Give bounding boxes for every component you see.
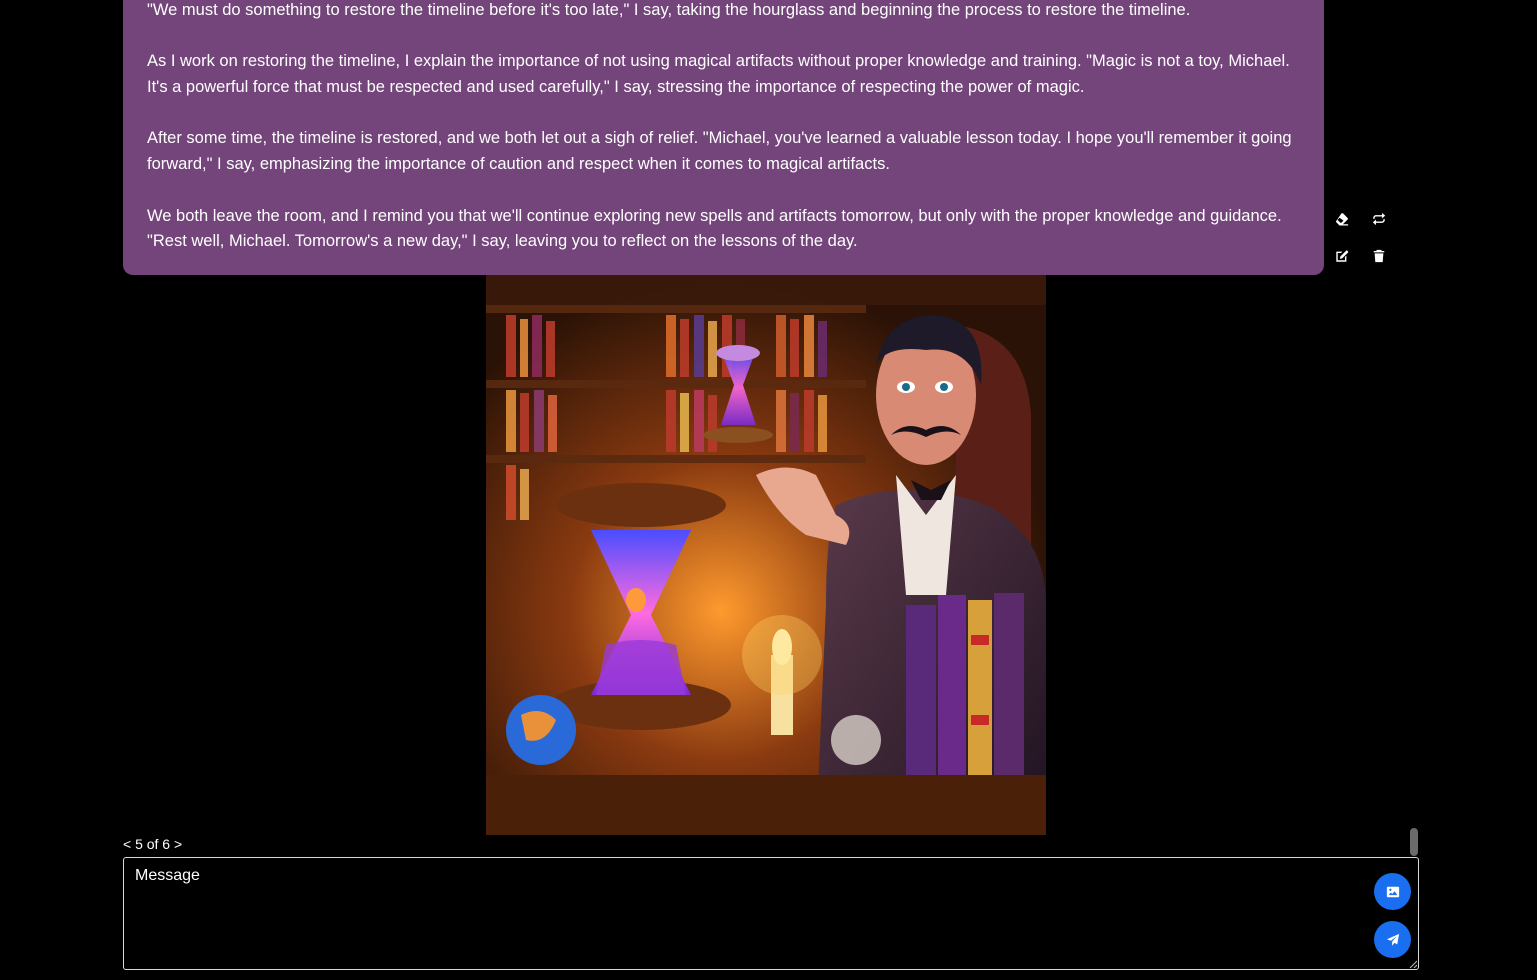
message-input[interactable] [124,858,1354,969]
send-button[interactable] [1374,921,1411,958]
edit-icon [1336,250,1349,262]
message-paragraph-4: We both leave the room, and I remind you… [147,206,1282,251]
message-actions [1330,205,1400,275]
erase-button[interactable] [1330,207,1354,231]
edit-button[interactable] [1330,244,1354,268]
message-paragraph-1: "We must do something to restore the tim… [147,1,1191,19]
scrollbar-thumb[interactable] [1410,828,1418,856]
message-pager[interactable]: < 5 of 6 > [123,836,182,852]
generated-image [486,275,1046,835]
image-icon [1386,886,1399,897]
resize-grip-icon[interactable] [1409,960,1417,968]
regenerate-icon [1372,212,1386,226]
chat-app: "We must do something to restore the tim… [0,0,1537,980]
assistant-message: "We must do something to restore the tim… [123,0,1324,275]
wizard-hourglass-illustration [486,275,1046,835]
send-icon [1386,933,1399,946]
eraser-icon [1336,213,1349,226]
trash-icon [1373,249,1385,263]
regenerate-button[interactable] [1367,207,1391,231]
message-composer [123,857,1419,970]
message-paragraph-3: After some time, the timeline is restore… [147,129,1292,174]
attach-image-button[interactable] [1374,873,1411,910]
delete-button[interactable] [1367,244,1391,268]
message-paragraph-2: As I work on restoring the timeline, I e… [147,52,1290,97]
